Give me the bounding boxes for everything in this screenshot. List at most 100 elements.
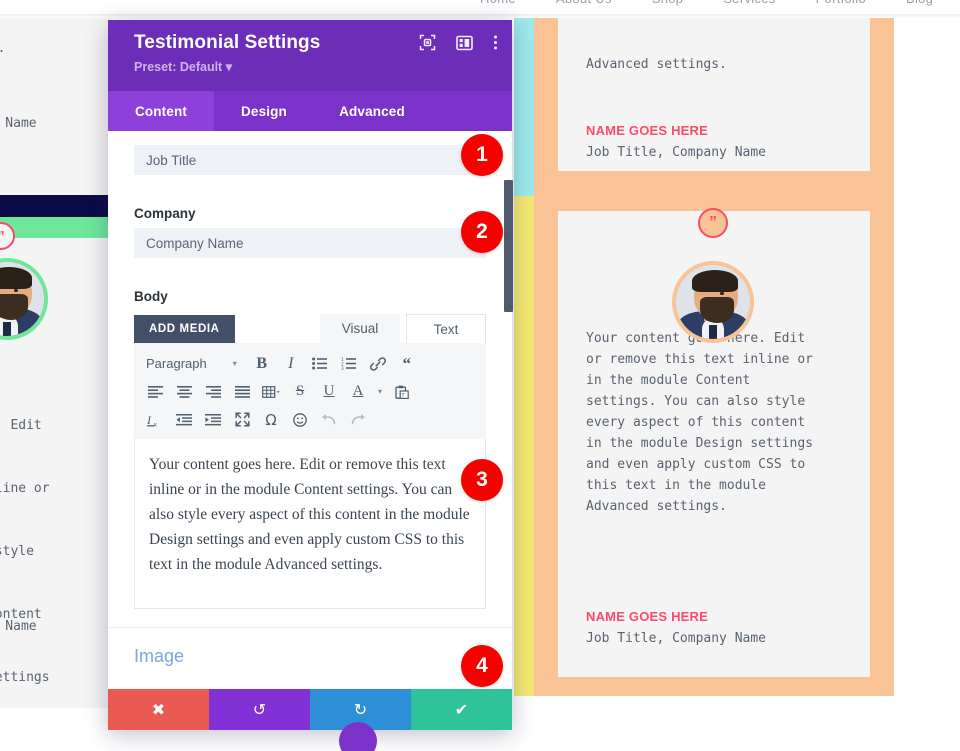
paste-as-text-icon[interactable]: T [389, 379, 415, 404]
yellow-column-strip [514, 196, 534, 696]
blockquote-icon[interactable]: “ [394, 351, 420, 376]
bold-icon[interactable]: B [249, 351, 275, 376]
modal-header: Testimonial Settings Preset: Default ▾ [108, 20, 512, 91]
add-media-button[interactable]: ADD MEDIA [134, 315, 235, 343]
green-divider-band [0, 217, 112, 238]
preset-selector[interactable]: Preset: Default ▾ [134, 59, 496, 74]
nav-link-home[interactable]: Home [480, 0, 516, 6]
company-field[interactable] [134, 228, 486, 258]
cancel-button[interactable]: ✖ [108, 689, 209, 730]
toolbar-row-3: I x Ω [142, 406, 478, 433]
align-left-icon[interactable] [142, 379, 168, 404]
modal-body: Company Body ADD MEDIA Visual Text [108, 131, 512, 689]
quote-mark-icon: ” [698, 208, 728, 238]
modal-scrollbar-track[interactable] [504, 20, 513, 710]
undo-button[interactable]: ↺ [209, 689, 310, 730]
avatar [672, 261, 754, 343]
editor-top-bar: ADD MEDIA Visual Text [134, 311, 486, 343]
site-nav-links: Home About Us Shop Services Portfolio Bl… [480, 0, 933, 6]
link-icon[interactable] [365, 351, 391, 376]
text-color-dropdown-icon[interactable]: ▾ [374, 379, 386, 404]
annotation-badge-1: 1 [461, 134, 503, 176]
testimonial-card-top[interactable]: Advanced settings. NAME GOES HERE Job Ti… [558, 18, 870, 171]
special-character-icon[interactable]: Ω [258, 407, 284, 432]
navy-divider-band [0, 195, 112, 217]
screenshot-root: Home About Us Shop Services Portfolio Bl… [0, 0, 960, 751]
card-main-meta: Job Title, Company Name [586, 631, 767, 646]
fullscreen-icon[interactable] [229, 407, 255, 432]
annotation-badge-2: 2 [461, 211, 503, 253]
body-label: Body [134, 289, 168, 304]
left-col-meta-top: any Name [5, 116, 37, 131]
table-icon[interactable] [258, 379, 284, 404]
underline-icon[interactable]: U [316, 379, 342, 404]
format-select-value: Paragraph [146, 356, 207, 371]
chevron-down-icon: ▾ [232, 359, 237, 368]
left-col-tail: gs. [0, 38, 5, 59]
bulleted-list-icon[interactable] [307, 351, 333, 376]
modal-header-actions [419, 34, 498, 56]
nav-link-shop[interactable]: Shop [652, 0, 684, 6]
tab-advanced[interactable]: Advanced [314, 91, 430, 131]
svg-text:x: x [154, 421, 158, 427]
editor-content-area[interactable]: Your content goes here. Edit or remove t… [134, 439, 486, 609]
save-button[interactable]: ✔ [411, 689, 512, 730]
body-editor[interactable]: ADD MEDIA Visual Text Paragraph ▾ B I 1 … [134, 311, 486, 609]
card-main-body: Your content goes here. Edit or remove t… [586, 331, 813, 514]
cyan-column-strip [514, 18, 534, 196]
indent-icon[interactable] [200, 407, 226, 432]
modal-footer: ✖ ↺ ↻ ✔ [108, 689, 512, 730]
modal-tabbar: Content Design Advanced [108, 91, 512, 131]
align-justify-icon[interactable] [229, 379, 255, 404]
outdent-icon[interactable] [171, 407, 197, 432]
tab-text[interactable]: Text [406, 314, 486, 343]
align-right-icon[interactable] [200, 379, 226, 404]
text-color-icon[interactable]: A [345, 379, 371, 404]
preset-label: Preset: Default [134, 60, 223, 74]
card-top-name: NAME GOES HERE [586, 123, 708, 138]
nav-link-about-us[interactable]: About Us [556, 0, 612, 6]
left-page-column: gs. any Name ” es here. Edit text inline… [0, 18, 112, 708]
tab-content[interactable]: Content [108, 91, 214, 131]
company-row: Company [108, 175, 512, 258]
align-center-icon[interactable] [171, 379, 197, 404]
svg-text:I: I [147, 413, 152, 427]
tab-design[interactable]: Design [214, 91, 314, 131]
left-col-body: es here. Edit text inline or n also styl… [0, 418, 50, 685]
modal-scrollbar-thumb[interactable] [504, 180, 513, 312]
nav-link-services[interactable]: Services [723, 0, 775, 6]
emoji-icon[interactable] [287, 407, 313, 432]
tab-visual[interactable]: Visual [320, 314, 400, 343]
image-section-title[interactable]: Image [108, 628, 512, 667]
focus-target-icon[interactable] [419, 34, 436, 56]
job-title-row [108, 131, 512, 175]
company-label: Company [134, 206, 196, 221]
toolbar-row-1: Paragraph ▾ B I 1 2 3 “ [142, 350, 478, 377]
undo-icon[interactable] [316, 407, 342, 432]
italic-icon[interactable]: I [278, 351, 304, 376]
card-main-name: NAME GOES HERE [586, 609, 708, 624]
editor-content-text: Your content goes here. Edit or remove t… [149, 456, 470, 573]
format-select[interactable]: Paragraph ▾ [142, 356, 243, 371]
card-top-meta: Job Title, Company Name [586, 145, 767, 160]
testimonial-settings-modal[interactable]: Testimonial Settings Preset: Default ▾ C… [108, 20, 512, 730]
job-title-field[interactable] [134, 145, 486, 175]
nav-link-portfolio[interactable]: Portfolio [816, 0, 866, 6]
card-top-body-tail: Advanced settings. [586, 57, 727, 72]
avatar-left [0, 258, 48, 340]
numbered-list-icon[interactable]: 1 2 3 [336, 351, 362, 376]
body-row: Body [108, 258, 512, 304]
strikethrough-icon[interactable]: S [287, 379, 313, 404]
nav-link-blog[interactable]: Blog [906, 0, 933, 6]
toolbar-row-2: S U A ▾ T [142, 378, 478, 405]
clear-formatting-icon[interactable]: I x [142, 407, 168, 432]
site-top-navigation: Home About Us Shop Services Portfolio Bl… [0, 0, 960, 14]
editor-toolbar: Paragraph ▾ B I 1 2 3 “ S U A ▾ T I x Ω [134, 343, 486, 439]
left-col-meta-bottom: any Name [5, 619, 37, 634]
svg-text:3: 3 [341, 366, 344, 370]
annotation-badge-3: 3 [461, 459, 503, 501]
redo-icon[interactable] [345, 407, 371, 432]
chevron-down-icon: ▾ [225, 60, 232, 74]
layout-panel-icon[interactable] [456, 35, 473, 56]
more-options-icon[interactable] [493, 34, 498, 56]
